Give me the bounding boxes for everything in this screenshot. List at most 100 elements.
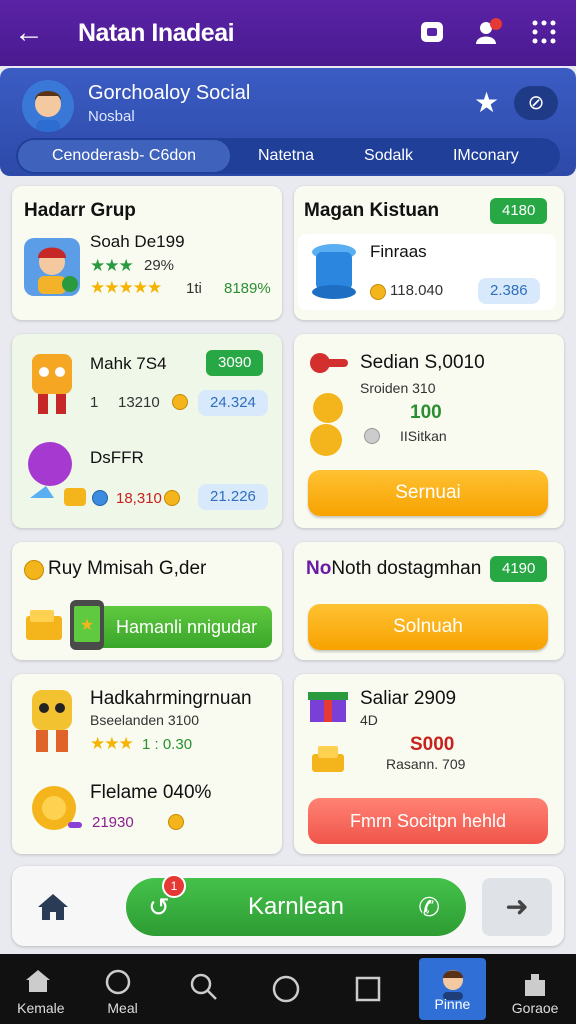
notification-icon[interactable] [474, 18, 502, 46]
reward-card[interactable]: Sedian S,0010 Sroiden 310 100 IISitkan S… [294, 334, 564, 528]
store-icon [26, 970, 50, 992]
nav-circle[interactable] [245, 954, 327, 1024]
nav-meal[interactable]: Meal [82, 954, 164, 1024]
app-header: ← Natan Inadeai [0, 0, 576, 66]
card-heading: NoNoth dostagmhan [306, 558, 482, 579]
eye-off-icon[interactable]: ⊘ [514, 86, 558, 120]
mission-card[interactable]: Magan Kistuan 4180 Finraas 118.040 2.386 [294, 186, 564, 320]
call-label: Karnlean [247, 893, 345, 920]
ring-icon [32, 786, 82, 830]
buy-card[interactable]: Ruy Mmisah G,der Hamanli nnigudar ★ [12, 542, 282, 660]
claim-button[interactable]: Fmrn Socitpn hehld [308, 798, 548, 844]
svg-text:★: ★ [80, 617, 94, 634]
profile-name: Gorchoaloy Social [88, 82, 251, 104]
bottom-nav: Kemale Meal Pinne Goraoe [0, 954, 576, 1024]
nav-label: Pinne [434, 996, 471, 1012]
tab-1[interactable]: Natetna [244, 140, 328, 172]
grid-menu-icon[interactable] [530, 18, 558, 46]
item-value: 118.040 [390, 282, 444, 299]
nav-search[interactable] [163, 954, 245, 1024]
reward-button[interactable]: Sernuai [308, 470, 548, 516]
camera-icon[interactable] [418, 18, 446, 46]
value-pill-2: 21.226 [198, 484, 268, 510]
cup-icon [312, 244, 356, 299]
nav-store[interactable]: Goraoe [494, 954, 576, 1024]
count-badge: 4190 [490, 556, 548, 582]
tab-0[interactable]: Cenoderasb- C6don [18, 140, 230, 172]
item-value: 13210 [118, 394, 160, 411]
item-name-2: Flelame 040% [90, 782, 212, 803]
bottom-action-bar: Karnlean ↺ ✆ 1 ➜ [12, 866, 564, 946]
coin-icon [164, 490, 180, 506]
home-icon[interactable] [36, 892, 70, 922]
item-name: Soah De199 [90, 232, 185, 251]
notice-card[interactable]: NoNoth dostagmhan 4190 Solnuah [294, 542, 564, 660]
nav-profile[interactable]: Pinne [418, 958, 487, 1020]
item-name-2: DsFFR [90, 448, 144, 467]
store-icon-2 [525, 974, 546, 996]
nav-square[interactable] [327, 954, 409, 1024]
solve-button[interactable]: Solnuah [308, 604, 548, 650]
tab-2[interactable]: Sodalk [350, 140, 427, 172]
circle-icon-2 [272, 975, 300, 1003]
rating-stars: ★★★ [90, 734, 134, 753]
salary-card[interactable]: Saliar 2909 4D S000 Rasann. 709 Fmrn Soc… [294, 674, 564, 854]
profile-icon [442, 970, 463, 1000]
avatar[interactable] [22, 80, 74, 132]
green-value: 8189% [224, 280, 271, 297]
value-pill: 24.324 [198, 390, 268, 416]
group-card[interactable]: Hadarr Grup Soah De199 ★★★ 29% ★★★★★ 1ti… [12, 186, 282, 320]
item-value-2: 21930 [92, 814, 134, 831]
card-heading: Hadarr Grup [24, 200, 136, 221]
item-name: Hadkahrmingrnuan [90, 688, 252, 709]
item-value-2: 18,310 [116, 490, 162, 507]
timer-icon [364, 428, 380, 444]
rating-value: 1 : 0.30 [142, 736, 193, 753]
item-stat: 29% [144, 257, 175, 274]
card-heading: Magan Kistuan [304, 200, 440, 221]
page-title: Natan Inadeai [78, 18, 235, 47]
card-subtitle: Sroiden 310 [360, 380, 436, 396]
count-badge: 3090 [206, 350, 264, 376]
circle-icon [105, 969, 130, 995]
arrow-right-icon[interactable]: ➜ [482, 878, 552, 936]
tab-3[interactable]: IMconary [439, 140, 533, 172]
gem-icon [92, 490, 108, 506]
card-heading: Ruy Mmisah G,der [48, 558, 207, 579]
rating-text: 1ti [186, 280, 202, 297]
coin-icon [172, 394, 188, 410]
count-badge: 4180 [490, 198, 548, 224]
nav-home[interactable]: Kemale [0, 954, 82, 1024]
nav-label: Kemale [17, 1000, 65, 1016]
phone-device-icon: ★ [70, 600, 104, 650]
card-heading: Saliar 2909 [360, 688, 457, 709]
search-icon [191, 973, 218, 1000]
characters-card[interactable]: Mahk 7S4 3090 1 13210 24.324 DsFFR 18,31… [12, 334, 282, 528]
profile-panel: Gorchoaloy Social Nosbal ★ ⊘ Cenoderasb-… [0, 68, 576, 176]
profile-tabs: Cenoderasb- C6don Natetna Sodalk IMconar… [16, 138, 560, 174]
coin-icon [24, 560, 44, 580]
reward-value: 100 [410, 402, 442, 423]
character-icon [24, 238, 80, 296]
salary-small: Rasann. 709 [386, 756, 466, 772]
profile-subtitle: Nosbal [88, 108, 135, 125]
green-stars: ★★★ [90, 256, 134, 275]
star-icon[interactable]: ★ [474, 86, 499, 119]
item-subtitle: Bseelanden 3100 [90, 712, 199, 728]
balloon-icon [28, 442, 86, 506]
value-prefix: 1 [90, 394, 99, 411]
salary-value: S000 [410, 734, 455, 755]
gold-bars-icon [26, 610, 62, 640]
gift-icon [308, 692, 348, 722]
square-icon [355, 976, 381, 1002]
back-arrow-icon[interactable]: ← [14, 16, 54, 50]
leaderboard-card[interactable]: Hadkahrmingrnuan Bseelanden 3100 ★★★ 1 :… [12, 674, 282, 854]
monster-icon [32, 354, 72, 414]
coin-icon [370, 284, 386, 300]
item-name: Mahk 7S4 [90, 354, 167, 373]
nav-label: Meal [107, 1000, 138, 1016]
phone-icon-2: ✆ [418, 892, 440, 922]
nav-label: Goraoe [511, 1000, 559, 1016]
card-heading: Sedian S,0010 [360, 352, 485, 373]
call-button[interactable]: Karnlean ↺ ✆ 1 [126, 874, 466, 936]
